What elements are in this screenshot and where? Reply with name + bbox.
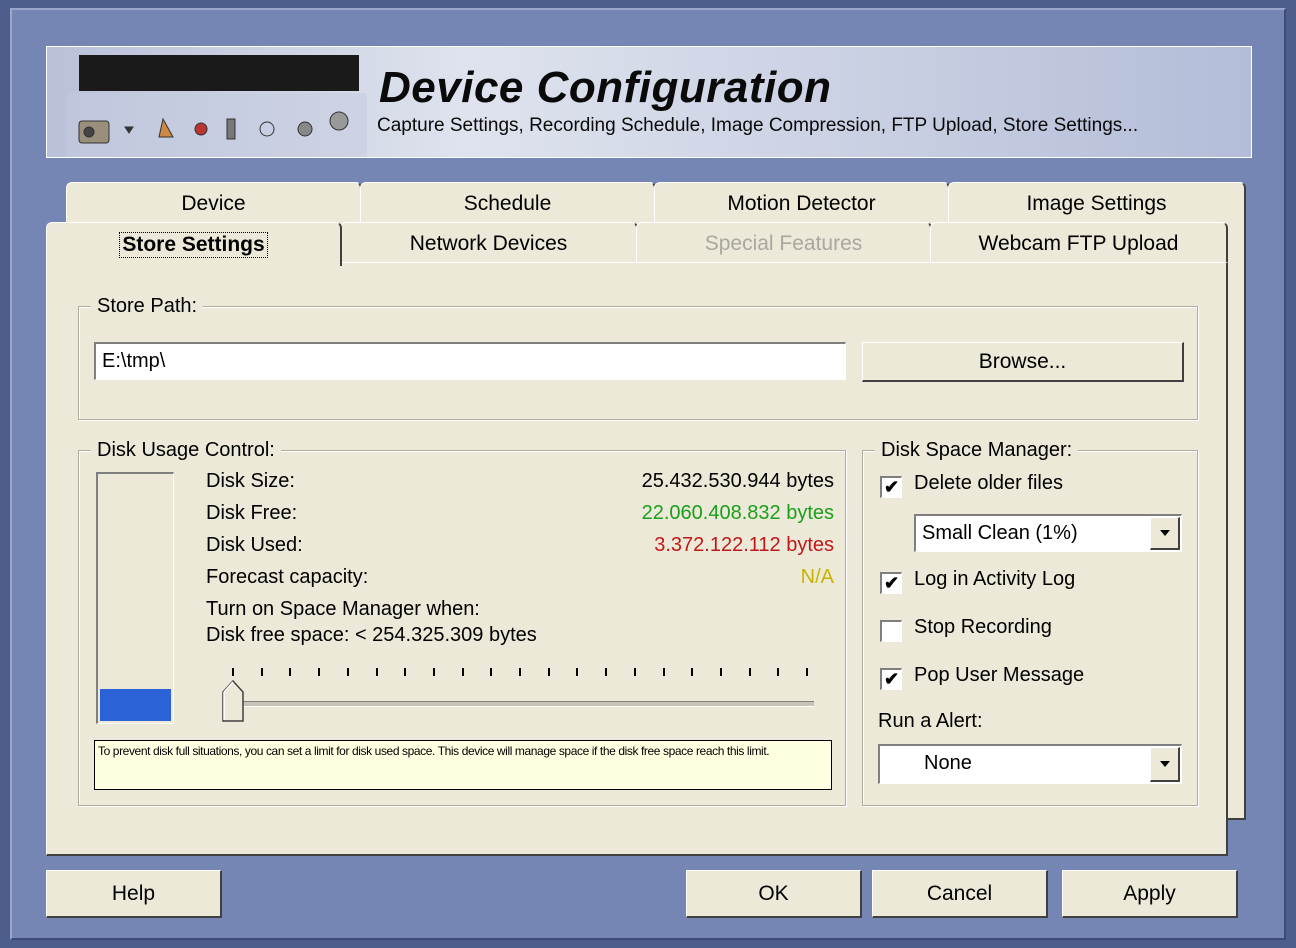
slider-tick (548, 668, 550, 676)
forecast-label: Forecast capacity: (206, 566, 369, 588)
run-alert-value: None (924, 752, 972, 774)
cancel-button[interactable]: Cancel (872, 870, 1048, 918)
help-button[interactable]: Help (46, 870, 222, 918)
slider-tick (232, 668, 234, 676)
log-activity-label: Log in Activity Log (914, 568, 1076, 590)
slider-tick (634, 668, 636, 676)
forecast-value: N/A (800, 566, 834, 588)
disk-usage-meter-fill (100, 689, 171, 721)
stop-recording-checkbox[interactable] (880, 620, 902, 642)
pop-message-label: Pop User Message (914, 664, 1085, 686)
slider-tick (663, 668, 665, 676)
store-path-group-label: Store Path: (91, 293, 204, 319)
disk-free-label: Disk Free: (206, 502, 298, 524)
disk-usage-group-label: Disk Usage Control: (91, 437, 281, 463)
slider-tick (462, 668, 464, 676)
slider-tick (289, 668, 291, 676)
stop-recording-label: Stop Recording (914, 616, 1052, 638)
slider-tick (490, 668, 492, 676)
browse-button[interactable]: Browse... (862, 342, 1184, 382)
threshold-slider-thumb[interactable] (222, 680, 244, 722)
clean-mode-select[interactable]: Small Clean (1%) (914, 514, 1182, 552)
slider-tick (347, 668, 349, 676)
slider-tick (261, 668, 263, 676)
slider-tick (519, 668, 521, 676)
chevron-down-icon[interactable] (1150, 517, 1180, 550)
disk-size-label: Disk Size: (206, 470, 295, 492)
disk-free-value: 22.060.408.832 bytes (641, 502, 834, 524)
ok-button[interactable]: OK (686, 870, 862, 918)
slider-tick (576, 668, 578, 676)
run-alert-label: Run a Alert: (878, 710, 983, 732)
disk-used-value: 3.372.122.112 bytes (654, 534, 834, 556)
pop-message-checkbox[interactable]: ✔ (880, 668, 902, 690)
log-activity-checkbox[interactable]: ✔ (880, 572, 902, 594)
store-path-input[interactable] (94, 342, 846, 380)
disk-usage-meter (96, 472, 174, 724)
slider-tick (806, 668, 808, 676)
run-alert-select[interactable]: None (878, 744, 1182, 784)
clean-mode-value: Small Clean (1%) (922, 522, 1078, 544)
slider-tick (318, 668, 320, 676)
slider-tick (404, 668, 406, 676)
disk-used-label: Disk Used: (206, 534, 303, 556)
space-manager-group-label: Disk Space Manager: (875, 437, 1079, 463)
slider-tick (777, 668, 779, 676)
threshold-slider-track (224, 701, 814, 707)
chevron-down-icon[interactable] (1150, 747, 1180, 782)
slider-tick (691, 668, 693, 676)
disk-size-value: 25.432.530.944 bytes (641, 470, 834, 492)
slider-tick (749, 668, 751, 676)
slider-tick (433, 668, 435, 676)
slider-tick (720, 668, 722, 676)
turn-on-label: Turn on Space Manager when: (206, 598, 480, 620)
delete-older-checkbox[interactable]: ✔ (880, 476, 902, 498)
apply-button[interactable]: Apply (1062, 870, 1238, 918)
threshold-label: Disk free space: < 254.325.309 bytes (206, 624, 537, 646)
disk-limit-hint: To prevent disk full situations, you can… (94, 740, 832, 790)
delete-older-label: Delete older files (914, 472, 1063, 494)
slider-tick (376, 668, 378, 676)
slider-tick (605, 668, 607, 676)
